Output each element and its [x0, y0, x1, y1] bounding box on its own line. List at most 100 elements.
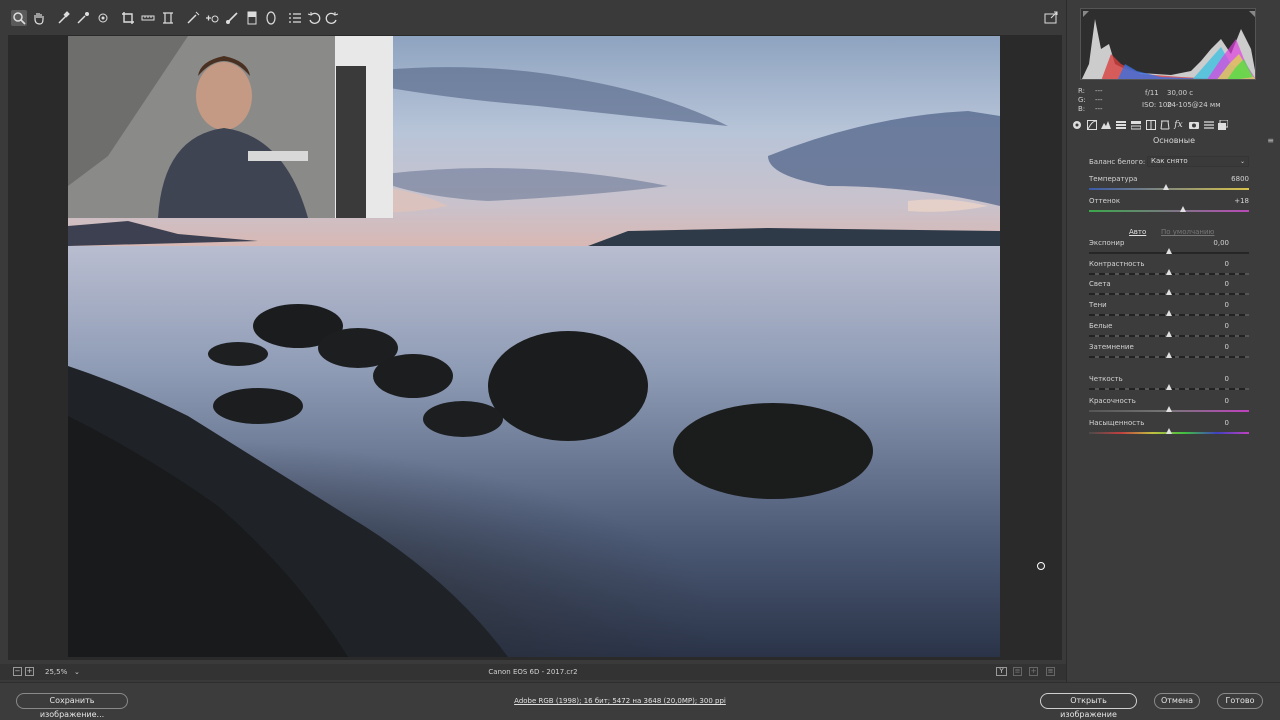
- vibrance-slider-thumb[interactable]: [1166, 406, 1172, 412]
- shutter-speed: 30,00 с: [1167, 89, 1194, 97]
- basic-tab-icon[interactable]: [1071, 120, 1082, 131]
- shadows-value[interactable]: 0: [1189, 301, 1229, 309]
- image-meta: R: --- G: --- B: --- f/11 30,00 с ISO: 1…: [1067, 86, 1280, 116]
- before-after-y-button[interactable]: Y: [996, 667, 1007, 676]
- color-sampler-icon[interactable]: [75, 10, 91, 26]
- right-panel: R: --- G: --- B: --- f/11 30,00 с ISO: 1…: [1066, 0, 1280, 682]
- adjustment-brush-icon[interactable]: [224, 10, 240, 26]
- b-value: ---: [1095, 105, 1103, 113]
- whites-label: Белые: [1089, 322, 1113, 330]
- status-bar: − + 25,5% ⌄ Canon EOS 6D - 2017.cr2 Y ≡ …: [0, 664, 1066, 680]
- tone-curve-tab-icon[interactable]: [1086, 120, 1097, 131]
- copy-settings-button[interactable]: +: [1029, 667, 1038, 676]
- r-value: ---: [1095, 87, 1103, 95]
- hsl-tab-icon[interactable]: [1115, 120, 1126, 131]
- shadows-slider-thumb[interactable]: [1166, 310, 1172, 316]
- default-link[interactable]: По умолчанию: [1161, 228, 1214, 236]
- red-eye-icon[interactable]: [204, 10, 220, 26]
- swap-settings-button[interactable]: ≡: [1013, 667, 1022, 676]
- clarity-slider-thumb[interactable]: [1166, 384, 1172, 390]
- auto-link[interactable]: Авто: [1129, 228, 1146, 236]
- white-balance-label: Баланс белого:: [1089, 158, 1146, 166]
- snapshots-tab-icon[interactable]: [1217, 119, 1228, 131]
- white-balance-value: Как снято: [1151, 157, 1188, 165]
- exposure-slider-thumb[interactable]: [1166, 248, 1172, 254]
- temperature-label: Температура: [1089, 175, 1138, 183]
- target-adjust-icon[interactable]: [95, 10, 111, 26]
- saturation-value[interactable]: 0: [1189, 419, 1229, 427]
- temperature-slider[interactable]: [1089, 188, 1249, 190]
- saturation-slider-thumb[interactable]: [1166, 428, 1172, 434]
- hand-icon[interactable]: [31, 10, 47, 26]
- rotate-right-icon[interactable]: [324, 10, 340, 26]
- effects-tab-icon[interactable]: fx: [1173, 120, 1184, 131]
- fullscreen-icon[interactable]: [1043, 10, 1059, 26]
- vibrance-label: Красочность: [1089, 397, 1136, 405]
- contrast-label: Контрастность: [1089, 260, 1145, 268]
- blacks-slider-thumb[interactable]: [1166, 352, 1172, 358]
- exposure-label: Экспонир: [1089, 239, 1125, 247]
- tint-slider[interactable]: [1089, 210, 1249, 212]
- g-value: ---: [1095, 96, 1103, 104]
- open-image-button[interactable]: Открыть изображение: [1040, 693, 1137, 719]
- b-label: B:: [1078, 105, 1086, 113]
- vibrance-value[interactable]: 0: [1189, 397, 1229, 405]
- filename: Canon EOS 6D - 2017.cr2: [488, 668, 578, 676]
- image-canvas[interactable]: [8, 35, 1062, 660]
- bottom-bar: Сохранить изображение... Adobe RGB (1998…: [0, 682, 1280, 720]
- blacks-value[interactable]: 0: [1189, 343, 1229, 351]
- chevron-down-icon: ⌄: [1239, 158, 1245, 165]
- whites-value[interactable]: 0: [1189, 322, 1229, 330]
- toggle-settings-button[interactable]: ≡: [1046, 667, 1055, 676]
- temperature-slider-thumb[interactable]: [1162, 184, 1169, 190]
- spot-removal-icon[interactable]: [185, 10, 201, 26]
- panel-menu-icon[interactable]: ≡: [1267, 136, 1274, 145]
- white-balance-icon[interactable]: [56, 10, 72, 26]
- tint-slider-thumb[interactable]: [1180, 206, 1187, 212]
- aperture: f/11: [1145, 89, 1159, 97]
- preferences-icon[interactable]: [287, 10, 303, 26]
- straighten-icon[interactable]: [140, 10, 156, 26]
- webcam-overlay: [68, 36, 393, 218]
- whites-slider-thumb[interactable]: [1166, 331, 1172, 337]
- graduated-filter-icon[interactable]: [244, 10, 260, 26]
- blacks-label: Затемнение: [1089, 343, 1134, 351]
- lens-corrections-tab-icon[interactable]: [1145, 120, 1156, 131]
- panel-tabs: fx: [1071, 119, 1277, 132]
- crop-icon[interactable]: [120, 10, 136, 26]
- shadows-label: Тени: [1089, 301, 1107, 309]
- done-button[interactable]: Готово: [1217, 693, 1263, 709]
- radial-filter-icon[interactable]: [263, 10, 279, 26]
- r-label: R:: [1078, 87, 1086, 95]
- g-label: G:: [1078, 96, 1086, 104]
- zoom-icon[interactable]: [11, 10, 27, 26]
- highlights-label: Света: [1089, 280, 1111, 288]
- camera-calibration-tab-icon[interactable]: [1188, 120, 1199, 131]
- transform-tab-icon[interactable]: [1159, 120, 1170, 131]
- cancel-button[interactable]: Отмена: [1154, 693, 1200, 709]
- contrast-value[interactable]: 0: [1189, 260, 1229, 268]
- target-cursor-icon: [1037, 562, 1045, 570]
- split-toning-tab-icon[interactable]: [1130, 120, 1141, 131]
- clarity-label: Четкость: [1089, 375, 1123, 383]
- contrast-slider-thumb[interactable]: [1166, 269, 1172, 275]
- section-title: Основные: [1152, 136, 1195, 145]
- clarity-value[interactable]: 0: [1189, 375, 1229, 383]
- highlights-slider-thumb[interactable]: [1166, 289, 1172, 295]
- histogram: [1080, 8, 1256, 80]
- photo-preview[interactable]: [68, 36, 1000, 657]
- temperature-value[interactable]: 6800: [1209, 175, 1249, 183]
- saturation-label: Насыщенность: [1089, 419, 1145, 427]
- toolbar: [0, 0, 1066, 34]
- tint-label: Оттенок: [1089, 197, 1121, 205]
- highlights-value[interactable]: 0: [1189, 280, 1229, 288]
- presets-tab-icon[interactable]: [1203, 120, 1214, 131]
- white-balance-dropdown[interactable]: Как снято ⌄: [1147, 156, 1249, 167]
- camera-raw-window: − + 25,5% ⌄ Canon EOS 6D - 2017.cr2 Y ≡ …: [0, 0, 1280, 720]
- exposure-value[interactable]: 0,00: [1189, 239, 1229, 247]
- rotate-left-icon[interactable]: [306, 10, 322, 26]
- tint-value[interactable]: +18: [1209, 197, 1249, 205]
- lens: 24-105@24 мм: [1167, 101, 1221, 109]
- detail-tab-icon[interactable]: [1100, 120, 1111, 131]
- transform-icon[interactable]: [160, 10, 176, 26]
